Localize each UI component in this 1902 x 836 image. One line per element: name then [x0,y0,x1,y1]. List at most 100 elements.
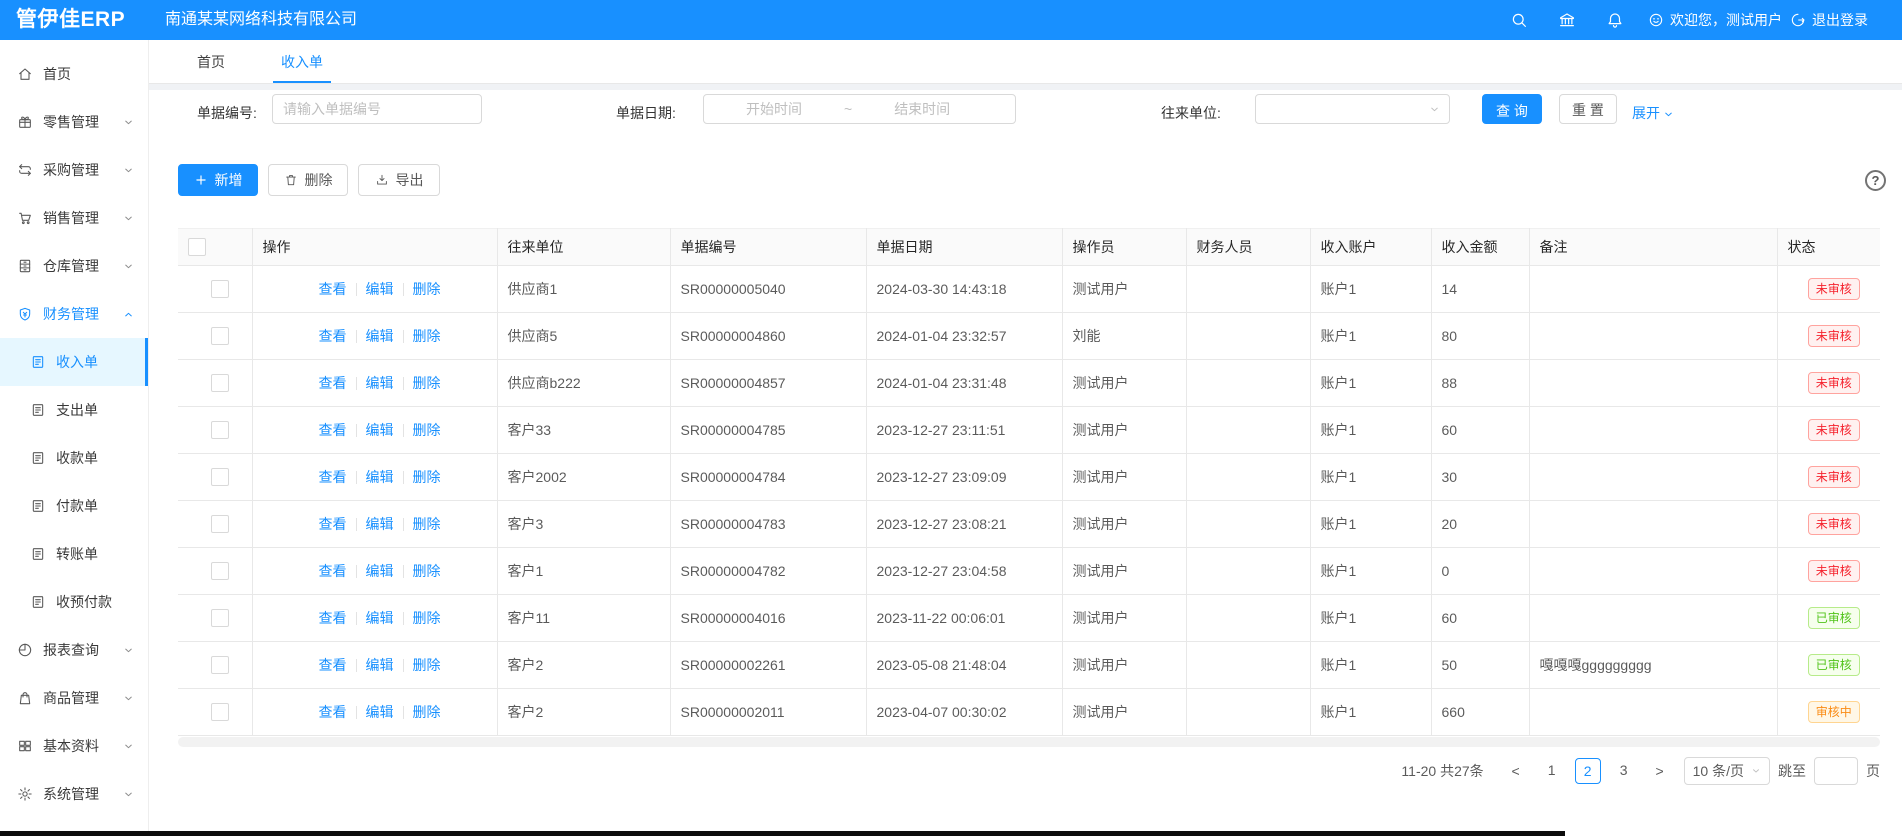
bill-date-cell: 2023-12-27 23:09:09 [866,454,1062,501]
edit-link[interactable]: 编辑 [366,422,394,438]
view-link[interactable]: 查看 [319,328,347,344]
tab-1[interactable]: 收入单 [281,40,323,83]
delete-link[interactable]: 删除 [413,704,441,720]
sidebar-item-2[interactable]: 采购管理 [0,146,148,194]
finance-person-cell [1186,266,1310,313]
sidebar-item-4[interactable]: 仓库管理 [0,242,148,290]
date-end-input[interactable] [852,95,992,123]
bell-icon[interactable] [1606,11,1624,29]
row-checkbox[interactable] [211,515,229,533]
row-checkbox[interactable] [211,609,229,627]
view-link[interactable]: 查看 [319,422,347,438]
remark-cell [1529,313,1777,360]
page-number-3[interactable]: 3 [1611,758,1637,784]
sidebar: 首页 零售管理 采购管理 销售管理 仓库管理 财务管理 收入单 支出单 [0,40,149,836]
logout-button[interactable]: 退出登录 [1790,0,1868,40]
sidebar-item-6[interactable]: 收入单 [0,338,148,386]
view-link[interactable]: 查看 [319,281,347,297]
view-link[interactable]: 查看 [319,563,347,579]
sidebar-item-14[interactable]: 基本资料 [0,722,148,770]
edit-link[interactable]: 编辑 [366,281,394,297]
next-page-button[interactable]: > [1647,758,1673,784]
delete-link[interactable]: 删除 [413,422,441,438]
row-checkbox[interactable] [211,468,229,486]
page-number-1[interactable]: 1 [1539,758,1565,784]
edit-link[interactable]: 编辑 [366,563,394,579]
view-link[interactable]: 查看 [319,469,347,485]
search-button[interactable]: 查 询 [1482,94,1542,124]
edit-link[interactable]: 编辑 [366,375,394,391]
row-checkbox[interactable] [211,703,229,721]
delete-link[interactable]: 删除 [413,281,441,297]
trash-icon [284,173,298,187]
sidebar-item-5[interactable]: 财务管理 [0,290,148,338]
edit-link[interactable]: 编辑 [366,469,394,485]
goods-icon [17,690,33,706]
bill-icon [30,402,46,418]
bill-date-cell: 2023-05-08 21:48:04 [866,642,1062,689]
delete-link[interactable]: 删除 [413,516,441,532]
reset-button[interactable]: 重 置 [1559,94,1617,124]
finance-person-cell [1186,360,1310,407]
plus-icon [194,173,208,187]
export-button[interactable]: 导出 [358,164,440,196]
sidebar-item-15[interactable]: 系统管理 [0,770,148,818]
bank-icon[interactable] [1558,11,1576,29]
edit-link[interactable]: 编辑 [366,657,394,673]
edit-link[interactable]: 编辑 [366,516,394,532]
select-all-checkbox[interactable] [188,238,206,256]
edit-link[interactable]: 编辑 [366,610,394,626]
sidebar-item-12[interactable]: 报表查询 [0,626,148,674]
row-checkbox[interactable] [211,562,229,580]
tab-0[interactable]: 首页 [197,40,225,83]
delete-link[interactable]: 删除 [413,469,441,485]
bill-no-input[interactable] [273,95,481,123]
delete-link[interactable]: 删除 [413,563,441,579]
delete-link[interactable]: 删除 [413,610,441,626]
delete-link[interactable]: 删除 [413,375,441,391]
row-checkbox[interactable] [211,656,229,674]
user-welcome[interactable]: 欢迎您，测试用户 [1648,0,1782,40]
sidebar-item-3[interactable]: 销售管理 [0,194,148,242]
column-header-8: 备注 [1529,229,1777,266]
expand-link[interactable]: 展开 [1632,98,1674,128]
row-actions-cell: 查看 编辑 删除 [252,595,497,642]
add-button[interactable]: 新增 [178,164,258,196]
table-row: 查看编辑删除 客户1 SR00000004782 2023-12-27 23:0… [178,548,1880,595]
sidebar-item-7[interactable]: 支出单 [0,386,148,434]
date-start-input[interactable] [704,95,844,123]
row-checkbox[interactable] [211,374,229,392]
sidebar-item-0[interactable]: 首页 [0,50,148,98]
page-number-2[interactable]: 2 [1575,758,1601,784]
help-icon[interactable]: ? [1865,170,1886,191]
delete-button[interactable]: 删除 [268,164,348,196]
sidebar-item-13[interactable]: 商品管理 [0,674,148,722]
view-link[interactable]: 查看 [319,375,347,391]
page-size-select[interactable]: 10 条/页 [1684,757,1770,785]
sidebar-item-10[interactable]: 转账单 [0,530,148,578]
view-link[interactable]: 查看 [319,610,347,626]
view-link[interactable]: 查看 [319,516,347,532]
sidebar-item-8[interactable]: 收款单 [0,434,148,482]
edit-link[interactable]: 编辑 [366,704,394,720]
delete-link[interactable]: 删除 [413,657,441,673]
income-amount-cell: 14 [1431,266,1529,313]
edit-link[interactable]: 编辑 [366,328,394,344]
sidebar-item-1[interactable]: 零售管理 [0,98,148,146]
remark-cell [1529,454,1777,501]
view-link[interactable]: 查看 [319,704,347,720]
prev-page-button[interactable]: < [1503,758,1529,784]
jump-page-input[interactable] [1814,757,1858,785]
view-link[interactable]: 查看 [319,657,347,673]
row-checkbox[interactable] [211,327,229,345]
delete-link[interactable]: 删除 [413,328,441,344]
row-checkbox-cell [178,548,252,595]
sidebar-item-9[interactable]: 付款单 [0,482,148,530]
partner-select[interactable] [1255,94,1450,124]
horizontal-scrollbar[interactable] [178,737,1880,747]
sidebar-item-11[interactable]: 收预付款 [0,578,148,626]
partner-label: 往来单位: [1161,98,1221,128]
search-icon[interactable] [1510,11,1528,29]
row-checkbox[interactable] [211,280,229,298]
row-checkbox[interactable] [211,421,229,439]
